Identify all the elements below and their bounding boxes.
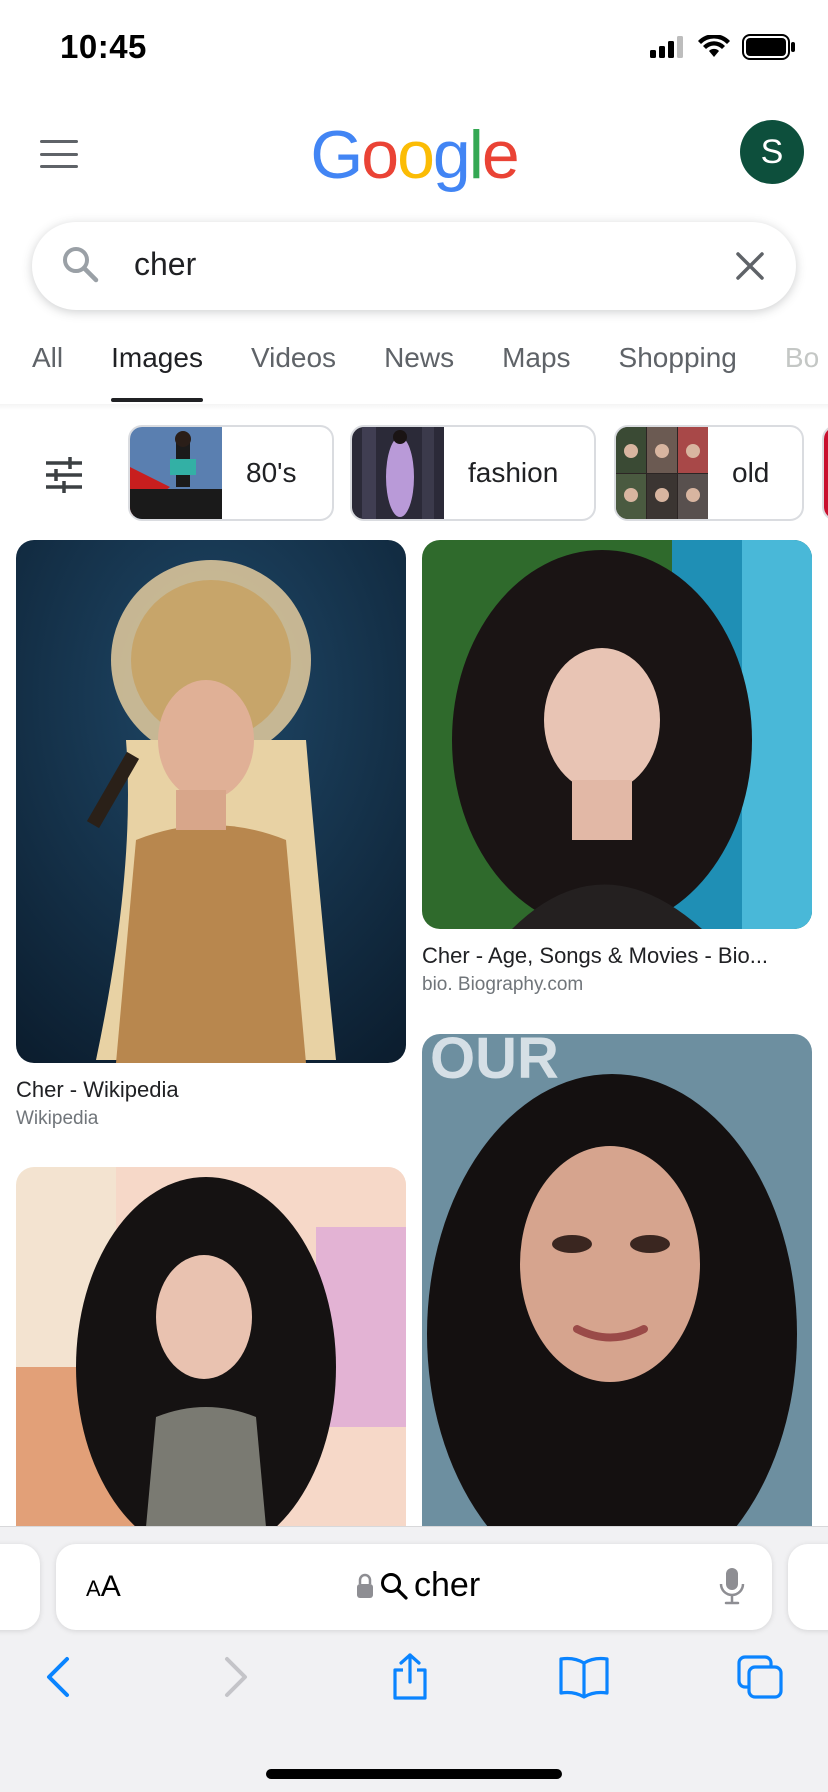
chevron-right-icon: [225, 1657, 247, 1697]
tabs-button[interactable]: [730, 1647, 790, 1707]
previous-tab-card[interactable]: [0, 1544, 40, 1630]
share-button[interactable]: [380, 1647, 440, 1707]
tab-shopping[interactable]: Shopping: [619, 338, 737, 402]
search-tabs: All Images Videos News Maps Shopping Bo: [0, 338, 828, 402]
chip-80s[interactable]: 80's: [128, 425, 334, 521]
svg-text:OUR: OUR: [430, 1034, 559, 1091]
result-image-3[interactable]: [16, 1167, 406, 1527]
account-avatar[interactable]: S: [740, 120, 804, 184]
tabs-icon: [737, 1655, 783, 1699]
google-header: Google S: [0, 110, 828, 200]
status-icons: [650, 34, 796, 60]
tab-books[interactable]: Bo: [785, 338, 819, 402]
result-image-4[interactable]: OUR: [422, 1034, 812, 1527]
tune-filter-icon[interactable]: [44, 455, 84, 495]
forward-button[interactable]: [206, 1647, 266, 1707]
result-image-1-photo: [16, 540, 406, 1063]
safari-toolbar: [0, 1647, 828, 1727]
search-icon[interactable]: [60, 244, 100, 284]
book-icon: [559, 1656, 609, 1699]
safari-bottom-bar: AA cher: [0, 1526, 828, 1792]
chip-80s-thumbnail: [130, 427, 222, 519]
status-bar: 10:45: [0, 0, 828, 100]
result-source-2: bio. Biography.com: [422, 974, 584, 995]
google-logo[interactable]: Google: [310, 116, 519, 194]
search-box[interactable]: cher: [32, 222, 796, 310]
result-image-2[interactable]: [422, 540, 812, 929]
status-time: 10:45: [60, 28, 147, 65]
tab-news[interactable]: News: [384, 338, 454, 402]
chip-old[interactable]: old: [614, 425, 804, 521]
lock-icon: [357, 1573, 373, 1598]
address-bar[interactable]: AA cher: [56, 1544, 772, 1630]
tab-all[interactable]: All: [32, 338, 63, 402]
chip-80s-label: 80's: [246, 457, 297, 488]
result-title-1[interactable]: Cher - Wikipedia: [16, 1077, 179, 1103]
search-icon: [381, 1572, 408, 1600]
cellular-signal-icon: [650, 36, 683, 58]
result-image-2-photo: [422, 540, 812, 929]
chip-fashion[interactable]: fashion: [350, 425, 596, 521]
menu-icon[interactable]: [40, 140, 78, 168]
chip-old-thumbnail: [616, 427, 708, 519]
result-image-4-photo: OUR: [422, 1034, 812, 1527]
chip-old-label: old: [732, 457, 770, 488]
tab-images[interactable]: Images: [111, 338, 203, 402]
result-image-1[interactable]: [16, 540, 406, 1063]
chevron-left-icon: [47, 1657, 69, 1697]
result-source-1: Wikipedia: [16, 1108, 99, 1129]
microphone-icon[interactable]: [718, 1566, 746, 1606]
next-tab-card[interactable]: [788, 1544, 828, 1630]
chip-more[interactable]: [822, 425, 828, 521]
tab-maps[interactable]: Maps: [502, 338, 570, 402]
chip-fashion-thumbnail: [352, 427, 444, 519]
tabs-divider: [0, 404, 828, 410]
reader-options-button[interactable]: AA: [86, 1570, 121, 1604]
result-image-3-photo: [16, 1167, 406, 1527]
search-input[interactable]: cher: [134, 246, 196, 283]
address-text[interactable]: cher: [356, 1566, 480, 1605]
result-title-2[interactable]: Cher - Age, Songs & Movies - Bio...: [422, 943, 768, 969]
back-button[interactable]: [28, 1647, 88, 1707]
share-icon: [393, 1653, 427, 1700]
home-indicator[interactable]: [266, 1769, 562, 1779]
chip-fashion-label: fashion: [468, 457, 559, 488]
tab-videos[interactable]: Videos: [251, 338, 336, 402]
bookmarks-button[interactable]: [554, 1647, 614, 1707]
close-icon[interactable]: [730, 246, 770, 286]
refine-chips: 80's fashion old: [0, 425, 828, 521]
battery-icon: [742, 34, 795, 60]
address-query: cher: [414, 1566, 481, 1604]
wifi-icon: [698, 35, 730, 57]
